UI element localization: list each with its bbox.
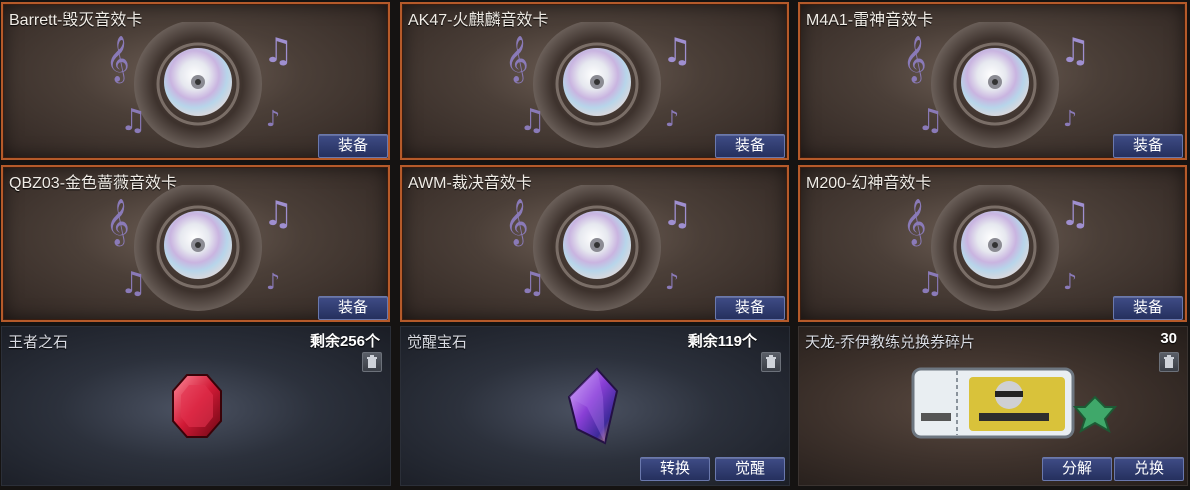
item-card-awaken-gem[interactable]: 觉醒宝石 剩余119个 转换 觉醒 [400,326,790,486]
item-title: 王者之石 [8,334,69,351]
svg-text:♫: ♫ [120,103,147,138]
svg-text:𝄞: 𝄞 [903,199,927,247]
svg-text:♫: ♫ [662,194,692,234]
awaken-button[interactable]: 觉醒 [715,457,785,481]
svg-text:♫: ♫ [120,266,147,301]
inventory-grid: Barrett-毁灭音效卡 𝄞 ♫ ♫ ♪ 装备 AK47-火麒麟音效卡 𝄞 ♫ [0,0,1190,490]
cd-disc-icon: 𝄞 ♫ ♫ ♪ [106,185,293,311]
cd-disc-icon: 𝄞 ♫ ♫ ♪ [903,185,1090,311]
item-title: 天龙-乔伊教练兑换券碎片 [805,334,975,351]
equip-button[interactable]: 装备 [1113,134,1183,158]
svg-text:𝄞: 𝄞 [106,199,130,247]
svg-text:♫: ♫ [1060,194,1090,234]
red-gem-icon [172,374,222,438]
cd-disc-icon: 𝄞 ♫ ♫ ♪ [903,22,1090,148]
item-count: 30 [1160,330,1177,347]
cd-disc-icon: 𝄞 ♫ ♫ ♪ [106,22,293,148]
item-count: 剩余119个 [687,333,757,350]
purple-gem-icon [567,367,619,445]
trash-icon[interactable] [761,352,781,372]
svg-text:♫: ♫ [519,266,546,301]
trash-icon[interactable] [362,352,382,372]
svg-text:♪: ♪ [266,107,280,132]
equip-button[interactable]: 装备 [1113,296,1183,320]
equip-button[interactable]: 装备 [715,134,785,158]
svg-text:♫: ♫ [1060,31,1090,71]
svg-text:♪: ♪ [665,107,679,132]
svg-text:♪: ♪ [1063,107,1077,132]
svg-text:♪: ♪ [665,270,679,295]
item-count: 剩余256个 [309,333,380,350]
svg-text:♫: ♫ [662,31,692,71]
trash-icon[interactable] [1159,352,1179,372]
svg-text:♪: ♪ [1063,270,1077,295]
coupon-ticket-icon [911,367,1118,439]
sound-card-awm[interactable]: AWM-裁决音效卡 𝄞 ♫ ♫ ♪ 装备 [400,165,789,322]
svg-text:𝄞: 𝄞 [505,36,529,84]
svg-text:♫: ♫ [917,266,944,301]
item-card-king-stone[interactable]: 王者之石 剩余256个 [1,326,391,486]
sound-card-ak47[interactable]: AK47-火麒麟音效卡 𝄞 ♫ ♫ ♪ 装备 [400,2,789,160]
redeem-button[interactable]: 兑换 [1114,457,1184,481]
sound-card-qbz03[interactable]: QBZ03-金色蔷薇音效卡 𝄞 ♫ ♫ ♪ 装备 [1,165,390,322]
sound-card-m200[interactable]: M200-幻神音效卡 𝄞 ♫ ♫ ♪ 装备 [798,165,1187,322]
item-card-coupon-fragment[interactable]: 天龙-乔伊教练兑换券碎片 30 分解 兑换 [798,326,1188,486]
equip-button[interactable]: 装备 [318,134,388,158]
cd-disc-icon: 𝄞 ♫ ♫ ♪ [505,185,692,311]
item-title: 觉醒宝石 [407,334,468,351]
svg-text:𝄞: 𝄞 [106,36,130,84]
svg-text:𝄞: 𝄞 [505,199,529,247]
puzzle-piece-icon [1072,395,1118,434]
svg-text:♫: ♫ [263,31,293,71]
equip-button[interactable]: 装备 [318,296,388,320]
svg-text:𝄞: 𝄞 [903,36,927,84]
sound-card-m4a1[interactable]: M4A1-雷神音效卡 𝄞 ♫ ♫ ♪ 装备 [798,2,1187,160]
svg-text:♫: ♫ [519,103,546,138]
equip-button[interactable]: 装备 [715,296,785,320]
sound-card-barrett[interactable]: Barrett-毁灭音效卡 𝄞 ♫ ♫ ♪ 装备 [1,2,390,160]
convert-button[interactable]: 转换 [640,457,710,481]
svg-text:♫: ♫ [917,103,944,138]
svg-text:♪: ♪ [266,270,280,295]
decompose-button[interactable]: 分解 [1042,457,1112,481]
svg-text:♫: ♫ [263,194,293,234]
cd-disc-icon: 𝄞 ♫ ♫ ♪ [505,22,692,148]
